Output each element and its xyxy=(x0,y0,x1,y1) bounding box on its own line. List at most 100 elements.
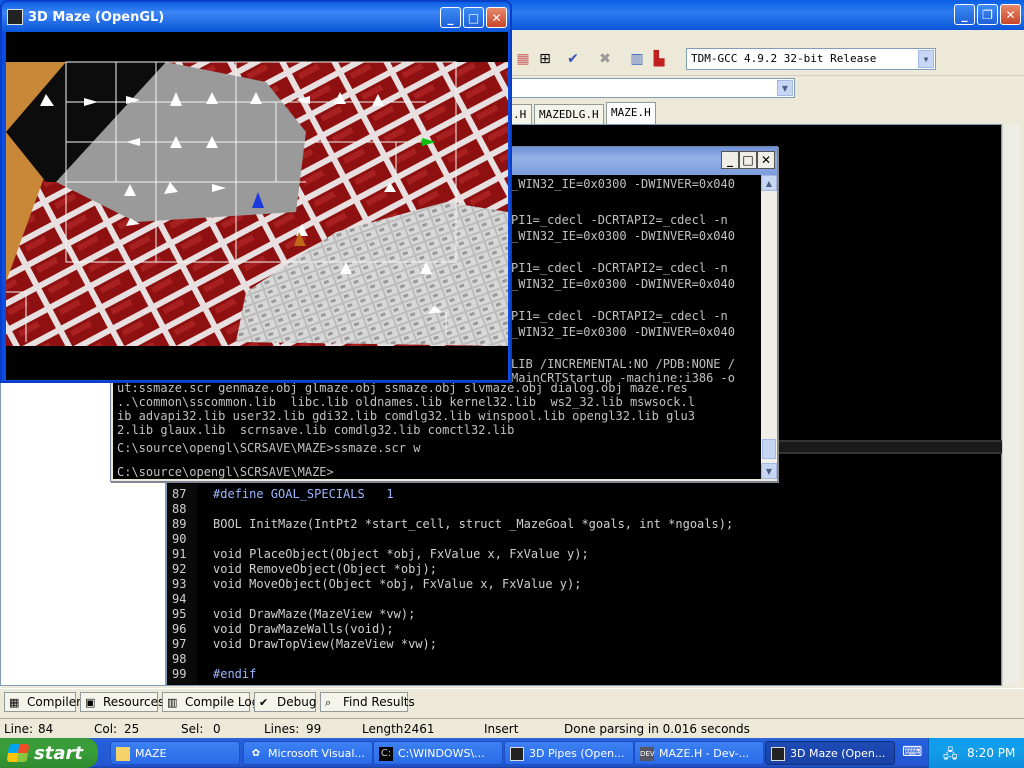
console-line: ut:ssmaze.scr genmaze.obj glmaze.obj ssm… xyxy=(117,381,688,395)
tab-file-2[interactable]: MAZEDLG.H xyxy=(534,104,604,124)
compiler-select[interactable]: TDM-GCC 4.9.2 32-bit Release ▼ xyxy=(686,48,936,70)
tab-label: Compile Log xyxy=(185,695,260,709)
ide-close-button[interactable]: ✕ xyxy=(1000,4,1021,25)
console-line: ib advapi32.lib user32.lib gdi32.lib com… xyxy=(117,409,695,423)
console-line: PI1=_cdecl -DCRTAPI2=_cdecl -n xyxy=(511,213,728,227)
console-minimize-button[interactable]: _ xyxy=(721,151,739,169)
grid-icon[interactable]: ▦ xyxy=(514,50,532,68)
cross-icon[interactable]: ✖ xyxy=(596,50,614,68)
maze-scene xyxy=(6,32,508,380)
code-line: void DrawTopView(MazeView *vw); xyxy=(213,637,437,651)
console-close-button[interactable]: ✕ xyxy=(757,151,775,169)
console-line: _WIN32_IE=0x0300 -DWINVER=0x040 xyxy=(511,277,735,291)
chevron-down-icon[interactable]: ▼ xyxy=(777,80,793,96)
start-button[interactable]: start xyxy=(0,738,98,768)
status-message: Done parsing in 0.016 seconds xyxy=(564,722,750,736)
line-number: 93 xyxy=(172,577,187,591)
code-line: void MoveObject(Object *obj, FxValue x, … xyxy=(213,577,582,591)
console-line: _WIN32_IE=0x0300 -DWINVER=0x040 xyxy=(511,229,735,243)
status-line-value: 84 xyxy=(38,722,54,736)
system-tray: 🖧 8:20 PM xyxy=(928,738,1024,768)
editor-scrollbar[interactable] xyxy=(1002,124,1020,686)
tab-resources[interactable]: ▣ Resources xyxy=(80,692,164,712)
app-icon xyxy=(7,9,23,25)
console-maximize-button[interactable]: □ xyxy=(739,151,757,169)
scroll-up-icon[interactable]: ▲ xyxy=(761,175,777,191)
network-icon[interactable]: 🖧 xyxy=(943,745,958,767)
clock: 8:20 PM xyxy=(967,746,1016,760)
check-icon[interactable]: ✔ xyxy=(564,50,582,68)
bottom-tabs: ▦ Compiler ▣ Resources ▥ Compile Log ✔ Debug… xyxy=(0,688,1024,714)
tab-label: Resources xyxy=(103,695,165,709)
tab-file-1[interactable]: .H xyxy=(510,104,532,124)
start-label: start xyxy=(34,742,83,764)
code-line: void PlaceObject(Object *obj, FxValue x,… xyxy=(213,547,589,561)
chart-icon: ▥ xyxy=(167,696,178,709)
console-line: LIB /INCREMENTAL:NO /PDB:NONE / xyxy=(511,357,735,371)
taskbar-item-3d-maze[interactable]: 3D Maze (Open... xyxy=(765,741,895,765)
code-line: void RemoveObject(Object *obj); xyxy=(213,562,437,576)
task-label: 3D Pipes (Open... xyxy=(529,747,625,760)
ide-restore-button[interactable]: ❐ xyxy=(977,4,998,25)
line-number: 92 xyxy=(172,562,187,576)
task-label: MAZE xyxy=(135,747,167,760)
chart-icon[interactable]: ▥ xyxy=(628,50,646,68)
maze-window-title: 3D Maze (OpenGL) xyxy=(28,10,165,25)
tab-file-3[interactable]: MAZE.H xyxy=(606,102,656,124)
maze-window[interactable]: 3D Maze (OpenGL) _ □ ✕ xyxy=(0,0,512,383)
scroll-thumb[interactable] xyxy=(762,439,776,459)
taskbar-item-3d-pipes[interactable]: 3D Pipes (Open... xyxy=(504,741,634,765)
tab-compile-log[interactable]: ▥ Compile Log xyxy=(162,692,259,712)
line-number: 94 xyxy=(172,592,187,606)
maze-maximize-button[interactable]: □ xyxy=(463,7,484,28)
status-line-label: Line: xyxy=(4,722,34,736)
tile-icon[interactable]: ⊞ xyxy=(536,50,554,68)
tab-find-results[interactable]: ⌕ Find Results xyxy=(320,692,415,712)
code-line: void DrawMazeWalls(void); xyxy=(213,622,394,636)
taskbar-item-visual-studio[interactable]: ✿ Microsoft Visual... xyxy=(243,741,373,765)
profile-icon[interactable]: ▙ xyxy=(650,50,668,68)
line-number: 90 xyxy=(172,532,187,546)
console-icon: C: xyxy=(379,747,393,761)
window-icon xyxy=(771,747,785,761)
maze-render-view[interactable] xyxy=(6,32,508,380)
tab-label: Compiler xyxy=(27,695,82,709)
taskbar-item-cmd[interactable]: C: C:\WINDOWS\... xyxy=(373,741,503,765)
grid-icon: ▦ xyxy=(9,696,20,709)
taskbar-item-dev-cpp[interactable]: DEV MAZE.H - Dev-... xyxy=(634,741,764,765)
line-number: 91 xyxy=(172,547,187,561)
taskbar-item-maze-folder[interactable]: MAZE xyxy=(110,741,240,765)
resources-icon: ▣ xyxy=(85,696,96,709)
chevron-down-icon[interactable]: ▼ xyxy=(918,50,934,68)
folder-icon xyxy=(116,747,130,761)
visual-studio-icon: ✿ xyxy=(251,748,261,759)
task-label: 3D Maze (Open... xyxy=(790,747,886,760)
maze-minimize-button[interactable]: _ xyxy=(440,7,461,28)
compiler-select-value: TDM-GCC 4.9.2 32-bit Release xyxy=(691,52,877,65)
console-prompt: C:\source\opengl\SCRSAVE\MAZE> xyxy=(117,465,334,479)
tab-debug[interactable]: ✔ Debug xyxy=(254,692,316,712)
ide-minimize-button[interactable]: _ xyxy=(954,4,975,25)
code-line: void DrawMaze(MazeView *vw); xyxy=(213,607,416,621)
bottom-border xyxy=(6,346,508,380)
scope-select[interactable]: ▼ xyxy=(510,78,795,98)
tab-compiler[interactable]: ▦ Compiler xyxy=(4,692,81,712)
sky xyxy=(6,32,508,62)
tab-label: MAZE.H xyxy=(611,106,651,119)
file-tabs: .H MAZEDLG.H MAZE.H xyxy=(510,102,1024,124)
code-line: #define GOAL_SPECIALS 1 xyxy=(213,487,394,501)
line-number: 87 xyxy=(172,487,187,501)
maze-titlebar[interactable]: 3D Maze (OpenGL) _ □ ✕ xyxy=(2,2,510,32)
line-number: 89 xyxy=(172,517,187,531)
console-line: ..\common\sscommon.lib libc.lib oldnames… xyxy=(117,395,695,409)
maze-close-button[interactable]: ✕ xyxy=(486,7,507,28)
code-line: BOOL InitMaze(IntPt2 *start_cell, struct… xyxy=(213,517,734,531)
status-lines-label: Lines: xyxy=(264,722,300,736)
console-line: PI1=_cdecl -DCRTAPI2=_cdecl -n xyxy=(511,261,728,275)
find-icon: ⌕ xyxy=(325,696,332,709)
keyboard-icon[interactable]: ⌨ xyxy=(902,744,922,762)
console-scrollbar[interactable]: ▲ ▼ xyxy=(761,175,777,479)
scroll-down-icon[interactable]: ▼ xyxy=(761,463,777,479)
status-bar: Line: 84 Col: 25 Sel: 0 Lines: 99 Length… xyxy=(0,718,1024,738)
tab-label: .H xyxy=(513,108,527,121)
